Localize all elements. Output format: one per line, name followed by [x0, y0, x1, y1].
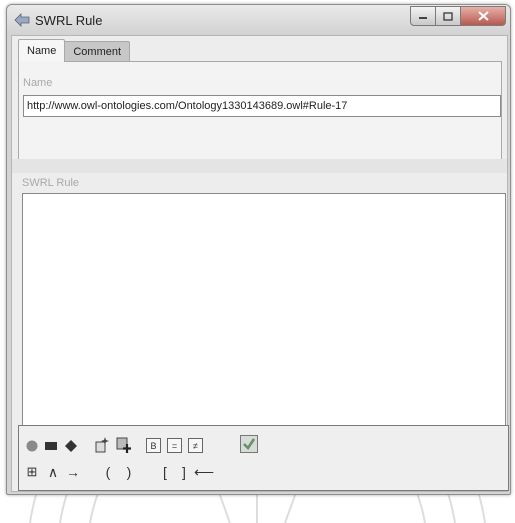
- open-paren-button[interactable]: (: [103, 465, 113, 479]
- swrl-tool-icon: [14, 13, 30, 27]
- insert-individual-icon[interactable]: [64, 439, 78, 453]
- not-equal-button[interactable]: ≠: [188, 438, 203, 453]
- close-bracket-button[interactable]: ]: [179, 465, 189, 479]
- tab-name[interactable]: Name: [18, 39, 66, 62]
- close-paren-button[interactable]: ): [124, 465, 134, 479]
- window-title: SWRL Rule: [35, 13, 103, 28]
- grid-symbol-icon[interactable]: ⊞: [25, 465, 39, 479]
- insert-expression-icon[interactable]: [115, 436, 133, 454]
- swrl-rule-editor[interactable]: [22, 193, 506, 427]
- insert-builtin-icon[interactable]: [93, 436, 111, 454]
- maximize-button[interactable]: [435, 6, 460, 26]
- implies-symbol-button[interactable]: →: [66, 465, 80, 479]
- and-symbol-button[interactable]: ∧: [46, 465, 60, 479]
- rule-name-field[interactable]: http://www.owl-ontologies.com/Ontology13…: [23, 95, 501, 117]
- tab-strip: Name Comment: [18, 39, 131, 62]
- swrl-rule-window: SWRL Rule Name Comment Name http://www.o…: [6, 4, 511, 495]
- close-icon: [477, 11, 489, 21]
- symbol-toolbar: B = ≠ ⊞ ∧ → ( ) [ ] ⟵: [18, 425, 509, 491]
- tab-comment[interactable]: Comment: [64, 41, 131, 62]
- section-divider[interactable]: [12, 159, 507, 173]
- close-button[interactable]: [460, 6, 506, 26]
- maximize-icon: [443, 11, 453, 21]
- name-tab-panel: Name http://www.owl-ontologies.com/Ontol…: [18, 61, 502, 160]
- open-bracket-button[interactable]: [: [160, 465, 170, 479]
- name-label: Name: [23, 77, 53, 89]
- minimize-button[interactable]: [410, 6, 435, 26]
- insert-property-icon[interactable]: [44, 439, 58, 453]
- boolean-button[interactable]: B: [146, 438, 161, 453]
- insert-class-icon[interactable]: [25, 439, 39, 453]
- backspace-button[interactable]: ⟵: [193, 465, 215, 479]
- dialog-content: Name Comment Name http://www.owl-ontolog…: [11, 35, 509, 492]
- title-bar[interactable]: SWRL Rule: [7, 5, 510, 35]
- swrl-rule-label: SWRL Rule: [22, 177, 80, 189]
- validate-icon[interactable]: [240, 435, 258, 453]
- caption-buttons: [410, 6, 506, 26]
- minimize-icon: [419, 17, 427, 19]
- equal-button[interactable]: =: [167, 438, 182, 453]
